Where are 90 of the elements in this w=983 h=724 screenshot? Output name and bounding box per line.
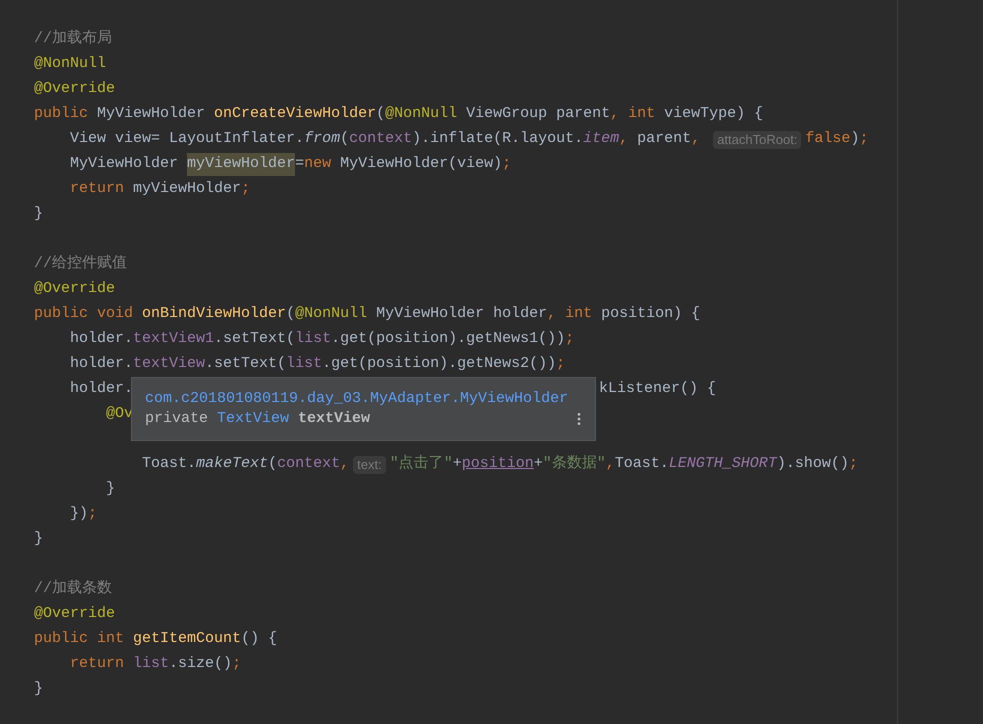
code-text: }	[34, 679, 44, 700]
keyword: ;	[556, 354, 566, 374]
keyword: return	[70, 179, 126, 200]
keyword: public	[34, 104, 90, 124]
keyword: new	[304, 154, 332, 174]
annotation: @Override	[34, 604, 116, 624]
code-text: (	[286, 304, 296, 324]
keyword: ,	[340, 454, 350, 474]
code-text: View view= LayoutInflater.	[70, 129, 304, 150]
keyword: public void	[34, 304, 134, 324]
field-name: textView1	[133, 329, 214, 350]
keyword: ;	[848, 454, 858, 474]
keyword: ,	[619, 129, 630, 150]
code-text: holder.	[70, 329, 134, 350]
code-text: holder.	[70, 354, 134, 374]
code-text: viewType) {	[664, 104, 764, 124]
code-text: .get(position).getNews2())	[322, 354, 556, 374]
field-name: context	[277, 454, 340, 474]
comment: //加载条数	[34, 578, 112, 600]
keyword: ;	[88, 504, 98, 524]
method-name: onBindViewHolder	[142, 304, 286, 324]
keyword: ;	[241, 179, 250, 200]
code-text: kListener() {	[599, 379, 716, 400]
code-text: +	[534, 454, 543, 474]
annotation: @NonNull	[34, 54, 106, 74]
code-text: Toast.	[142, 454, 196, 474]
code-text: myViewHolder	[133, 179, 242, 200]
annotation: @NonNull	[295, 304, 368, 324]
variable-name: position	[462, 454, 534, 474]
code-text: })	[70, 504, 88, 524]
string-literal: "条数据"	[542, 454, 606, 474]
annotation: @NonNull	[385, 104, 458, 124]
class-path: com.c201801080119.day_03.MyAdapter.MyViewHolder	[145, 389, 570, 409]
field-name: context	[349, 129, 412, 150]
method-name: makeText	[196, 454, 268, 474]
code-text: MyViewHolder	[97, 104, 206, 124]
field-name: list	[286, 354, 322, 374]
keyword: return	[70, 654, 126, 674]
field-name: item	[583, 129, 620, 150]
code-text: holder.	[70, 379, 134, 400]
keyword: ;	[232, 654, 242, 674]
code-text: ).inflate(R.layout.	[412, 129, 584, 150]
parameter-hint: text:	[353, 456, 386, 474]
keyword: ,	[606, 454, 615, 474]
code-text: (	[376, 104, 386, 124]
code-text: () {	[241, 629, 278, 650]
field-signature: private TextView textView	[145, 409, 370, 429]
code-text: ViewGroup parent	[466, 104, 610, 124]
keyword: , int	[610, 104, 656, 124]
annotation: @Override	[34, 79, 116, 100]
field-name: list	[295, 329, 332, 350]
code-text: =	[295, 154, 304, 174]
annotation: @Ov	[106, 404, 134, 424]
parameter-hint: attachToRoot:	[713, 130, 802, 148]
code-text: .get(position).getNews1())	[331, 329, 566, 350]
code-text: +	[452, 454, 462, 474]
code-text: MyViewHolder holder	[376, 304, 548, 324]
keyword: ;	[502, 154, 512, 174]
method-name: onCreateViewHolder	[214, 104, 376, 124]
code-text: )	[850, 129, 860, 150]
comment: //给控件赋值	[34, 254, 128, 274]
annotation: @Override	[34, 279, 116, 300]
code-text: MyViewHolder	[70, 154, 180, 174]
code-text: }	[34, 529, 44, 550]
method-name: getItemCount	[133, 629, 242, 650]
keyword: ;	[565, 329, 574, 350]
method-name: from	[304, 129, 340, 150]
code-text: .size()	[169, 654, 232, 674]
field-name: list	[133, 654, 170, 674]
code-text: }	[34, 204, 44, 224]
code-text: Toast.	[614, 454, 669, 474]
comment: //加载布局	[34, 28, 112, 50]
keyword: ,	[691, 129, 702, 150]
code-text: parent	[637, 129, 692, 150]
keyword: ;	[859, 129, 868, 150]
code-text: ).show()	[776, 454, 849, 474]
code-text: .setText(	[214, 329, 296, 350]
code-text: MyViewHolder(view)	[340, 154, 502, 174]
keyword: false	[805, 129, 850, 150]
field-name: textView	[133, 354, 206, 374]
code-text: position) {	[601, 304, 700, 324]
keyword: , int	[547, 304, 594, 324]
field-name: LENGTH_SHORT	[668, 454, 777, 474]
string-literal: "点击了"	[390, 454, 453, 474]
highlighted-identifier: myViewHolder	[187, 153, 296, 176]
code-text: }	[106, 479, 116, 500]
code-text: .setText(	[205, 354, 286, 374]
code-text: (	[340, 129, 350, 150]
code-text: (	[268, 454, 278, 474]
keyword: public int	[34, 629, 126, 650]
